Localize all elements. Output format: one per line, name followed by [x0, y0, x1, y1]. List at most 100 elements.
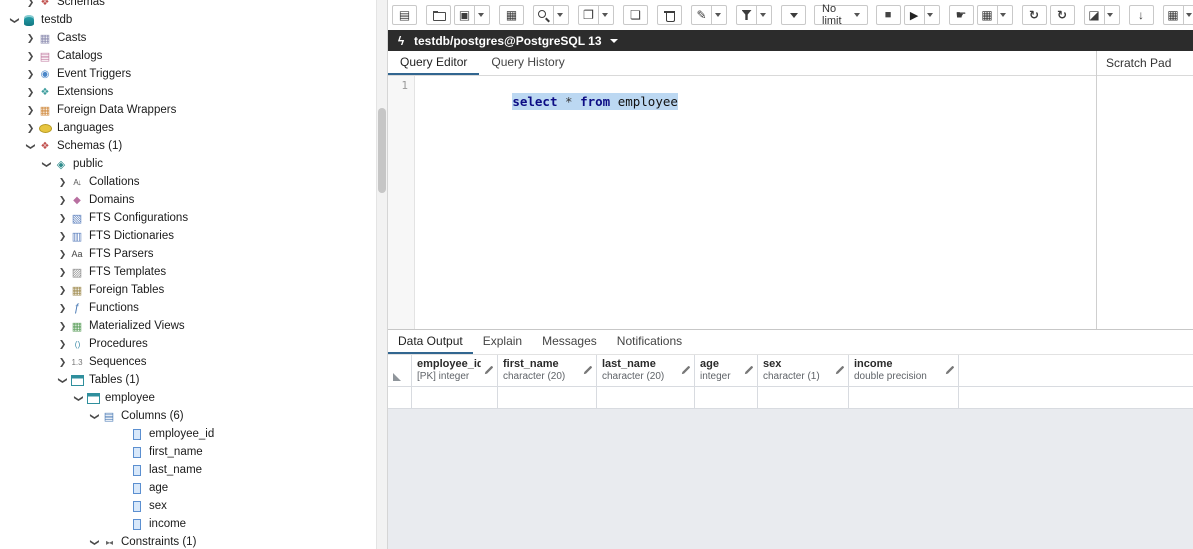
tree-item[interactable]: FTS Configurations: [0, 209, 376, 227]
scratch-pad-input[interactable]: [1097, 76, 1193, 329]
data-cell[interactable]: [758, 387, 849, 408]
data-cell[interactable]: [412, 387, 498, 408]
find-button[interactable]: [533, 5, 569, 25]
tree-expander-icon[interactable]: [56, 321, 69, 332]
connection-bar[interactable]: testdb/postgres@PostgreSQL 13: [388, 30, 1193, 51]
column-header[interactable]: employee_id [PK] integer: [412, 355, 498, 386]
tree-item[interactable]: employee: [0, 389, 376, 407]
tree-item[interactable]: public: [0, 155, 376, 173]
chevron-down-icon[interactable]: [609, 38, 618, 43]
tree-item[interactable]: testdb: [0, 11, 376, 29]
data-cell[interactable]: [849, 387, 959, 408]
tree-expander-icon[interactable]: [56, 357, 69, 368]
rollback-button[interactable]: [976, 5, 1013, 25]
execute-button[interactable]: [903, 5, 940, 25]
tree-expander-icon[interactable]: [56, 195, 69, 206]
tree-item[interactable]: Foreign Tables: [0, 281, 376, 299]
tree-expander-icon[interactable]: [56, 231, 69, 242]
dropdown-toggle[interactable]: [474, 6, 486, 24]
edit-cell-icon[interactable]: [582, 365, 593, 376]
tree-item[interactable]: Procedures: [0, 335, 376, 353]
tree-item[interactable]: Schemas (1): [0, 137, 376, 155]
delete-button[interactable]: [657, 5, 682, 25]
tree-expander-icon[interactable]: [56, 213, 69, 224]
column-header[interactable]: age integer: [695, 355, 758, 386]
edit-cell-icon[interactable]: [834, 365, 845, 376]
tree-item[interactable]: FTS Parsers: [0, 245, 376, 263]
tree-expander-icon[interactable]: [56, 339, 69, 350]
query-editor[interactable]: 1 select * from employee: [388, 76, 1096, 329]
filter-button[interactable]: [736, 5, 772, 25]
output-tab[interactable]: Explain: [473, 330, 532, 354]
dropdown-toggle[interactable]: [996, 6, 1009, 24]
tree-scrollbar[interactable]: [376, 0, 387, 549]
tree-item[interactable]: Collations: [0, 173, 376, 191]
tree-item[interactable]: Foreign Data Wrappers: [0, 101, 376, 119]
edit-cell-icon[interactable]: [483, 365, 494, 376]
tree-expander-icon[interactable]: [24, 51, 37, 62]
view-data-button[interactable]: [499, 5, 524, 25]
tree-item[interactable]: Languages: [0, 119, 376, 137]
tree-item[interactable]: Materialized Views: [0, 317, 376, 335]
dropdown-toggle[interactable]: [1182, 6, 1193, 24]
tree-expander-icon[interactable]: [24, 69, 37, 80]
dropdown-toggle[interactable]: [756, 6, 768, 24]
tree-expander-icon[interactable]: [89, 410, 100, 423]
clear-button[interactable]: [1083, 5, 1120, 25]
output-tab[interactable]: Notifications: [607, 330, 692, 354]
filter-options-button[interactable]: [781, 5, 806, 25]
query-sections-button[interactable]: [392, 5, 417, 25]
data-cell[interactable]: [498, 387, 597, 408]
edit-cell-icon[interactable]: [680, 365, 691, 376]
edit-cell-icon[interactable]: [944, 365, 955, 376]
tree-item[interactable]: FTS Dictionaries: [0, 227, 376, 245]
tree-item[interactable]: Columns (6): [0, 407, 376, 425]
tree-expander-icon[interactable]: [56, 267, 69, 278]
tree-item[interactable]: Tables (1): [0, 371, 376, 389]
save-file-button[interactable]: [454, 5, 490, 25]
tree-item[interactable]: Catalogs: [0, 47, 376, 65]
tree-expander-icon[interactable]: [24, 123, 37, 134]
tree-item[interactable]: employee_id: [0, 425, 376, 443]
macro-button[interactable]: [1162, 5, 1193, 25]
column-header[interactable]: sex character (1): [758, 355, 849, 386]
fetch-prev-button[interactable]: [1021, 5, 1047, 25]
column-header[interactable]: first_name character (20): [498, 355, 597, 386]
tree-expander-icon[interactable]: [56, 303, 69, 314]
fetch-next-button[interactable]: [1049, 5, 1075, 25]
dropdown-toggle[interactable]: [923, 6, 936, 24]
commit-button[interactable]: [948, 5, 974, 25]
select-all-corner[interactable]: [388, 355, 412, 386]
dropdown-toggle[interactable]: [598, 6, 610, 24]
tree-expander-icon[interactable]: [24, 33, 37, 44]
output-tab[interactable]: Messages: [532, 330, 607, 354]
edit-cell-icon[interactable]: [743, 365, 754, 376]
tree-expander-icon[interactable]: [24, 0, 37, 8]
tree-expander-icon[interactable]: [24, 105, 37, 116]
tree-expander-icon[interactable]: [56, 249, 69, 260]
download-button[interactable]: [1128, 5, 1154, 25]
tree-expander-icon[interactable]: [89, 536, 100, 549]
editor-tab[interactable]: Query History: [479, 51, 576, 75]
cancel-query-button[interactable]: [875, 5, 901, 25]
limit-select[interactable]: No limit: [814, 3, 868, 27]
tree-item[interactable]: Domains: [0, 191, 376, 209]
column-header[interactable]: income double precision: [849, 355, 959, 386]
tree-item[interactable]: Schemas: [0, 0, 376, 11]
tree-item[interactable]: Sequences: [0, 353, 376, 371]
tree-expander-icon[interactable]: [56, 285, 69, 296]
tree-item[interactable]: Functions: [0, 299, 376, 317]
copy-button[interactable]: [578, 5, 614, 25]
data-cell[interactable]: [597, 387, 695, 408]
dropdown-toggle[interactable]: [553, 6, 565, 24]
tree-expander-icon[interactable]: [73, 392, 84, 405]
tree-expander-icon[interactable]: [41, 158, 52, 171]
tree-item[interactable]: first_name: [0, 443, 376, 461]
tree-item[interactable]: Event Triggers: [0, 65, 376, 83]
editor-tab[interactable]: Query Editor: [388, 51, 480, 75]
tree-expander-icon[interactable]: [9, 14, 20, 27]
tree-expander-icon[interactable]: [25, 140, 36, 153]
tree-scrollbar-thumb[interactable]: [378, 108, 386, 193]
tree-item[interactable]: age: [0, 479, 376, 497]
output-tab[interactable]: Data Output: [388, 330, 473, 354]
